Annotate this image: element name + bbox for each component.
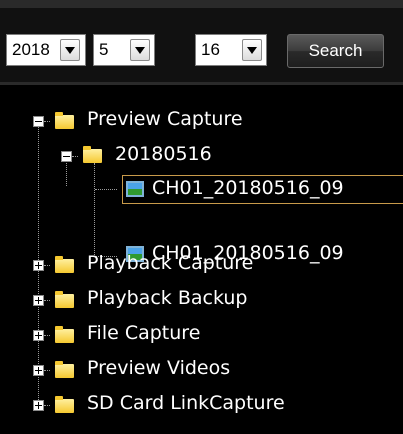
tree-item-date-folder[interactable]: 20180516 <box>115 143 212 165</box>
capture-tree: Preview Capture 20180516 CH01_20180516_0… <box>0 85 403 434</box>
top-border <box>0 0 403 8</box>
year-value: 2018 <box>12 40 50 59</box>
expand-icon[interactable] <box>33 330 44 341</box>
collapse-icon[interactable] <box>61 151 72 162</box>
folder-icon <box>55 112 74 129</box>
tree-item-playback-backup[interactable]: Playback Backup <box>87 287 247 309</box>
expand-icon[interactable] <box>33 365 44 376</box>
tree-connector-date <box>94 163 95 257</box>
expand-icon[interactable] <box>33 400 44 411</box>
folder-icon <box>55 291 74 308</box>
tree-item-file-capture[interactable]: File Capture <box>87 322 200 344</box>
date-search-toolbar: 2018 5 16 Search <box>0 8 403 82</box>
tree-item-sd-card-linkcapture[interactable]: SD Card LinkCapture <box>87 392 285 414</box>
tree-item-preview-videos[interactable]: Preview Videos <box>87 357 230 379</box>
tree-item-file[interactable]: CH01_20180516_09 <box>152 177 344 199</box>
folder-icon <box>83 146 102 163</box>
day-select[interactable]: 16 <box>195 34 267 66</box>
folder-icon <box>55 396 74 413</box>
tree-item-playback-capture[interactable]: Playback Capture <box>87 252 253 274</box>
month-select[interactable]: 5 <box>93 34 155 66</box>
day-dropdown-arrow-icon[interactable] <box>242 39 262 61</box>
year-dropdown-arrow-icon[interactable] <box>60 39 80 61</box>
expand-icon[interactable] <box>33 295 44 306</box>
month-value: 5 <box>99 40 109 59</box>
month-dropdown-arrow-icon[interactable] <box>130 39 150 61</box>
folder-icon <box>55 256 74 273</box>
folder-icon <box>55 361 74 378</box>
image-file-icon <box>126 181 144 197</box>
year-select[interactable]: 2018 <box>6 34 86 66</box>
day-value: 16 <box>201 40 220 59</box>
search-button[interactable]: Search <box>287 34 384 68</box>
expand-icon[interactable] <box>33 260 44 271</box>
collapse-icon[interactable] <box>33 116 44 127</box>
folder-icon <box>55 326 74 343</box>
tree-item-preview-capture[interactable]: Preview Capture <box>87 108 243 130</box>
